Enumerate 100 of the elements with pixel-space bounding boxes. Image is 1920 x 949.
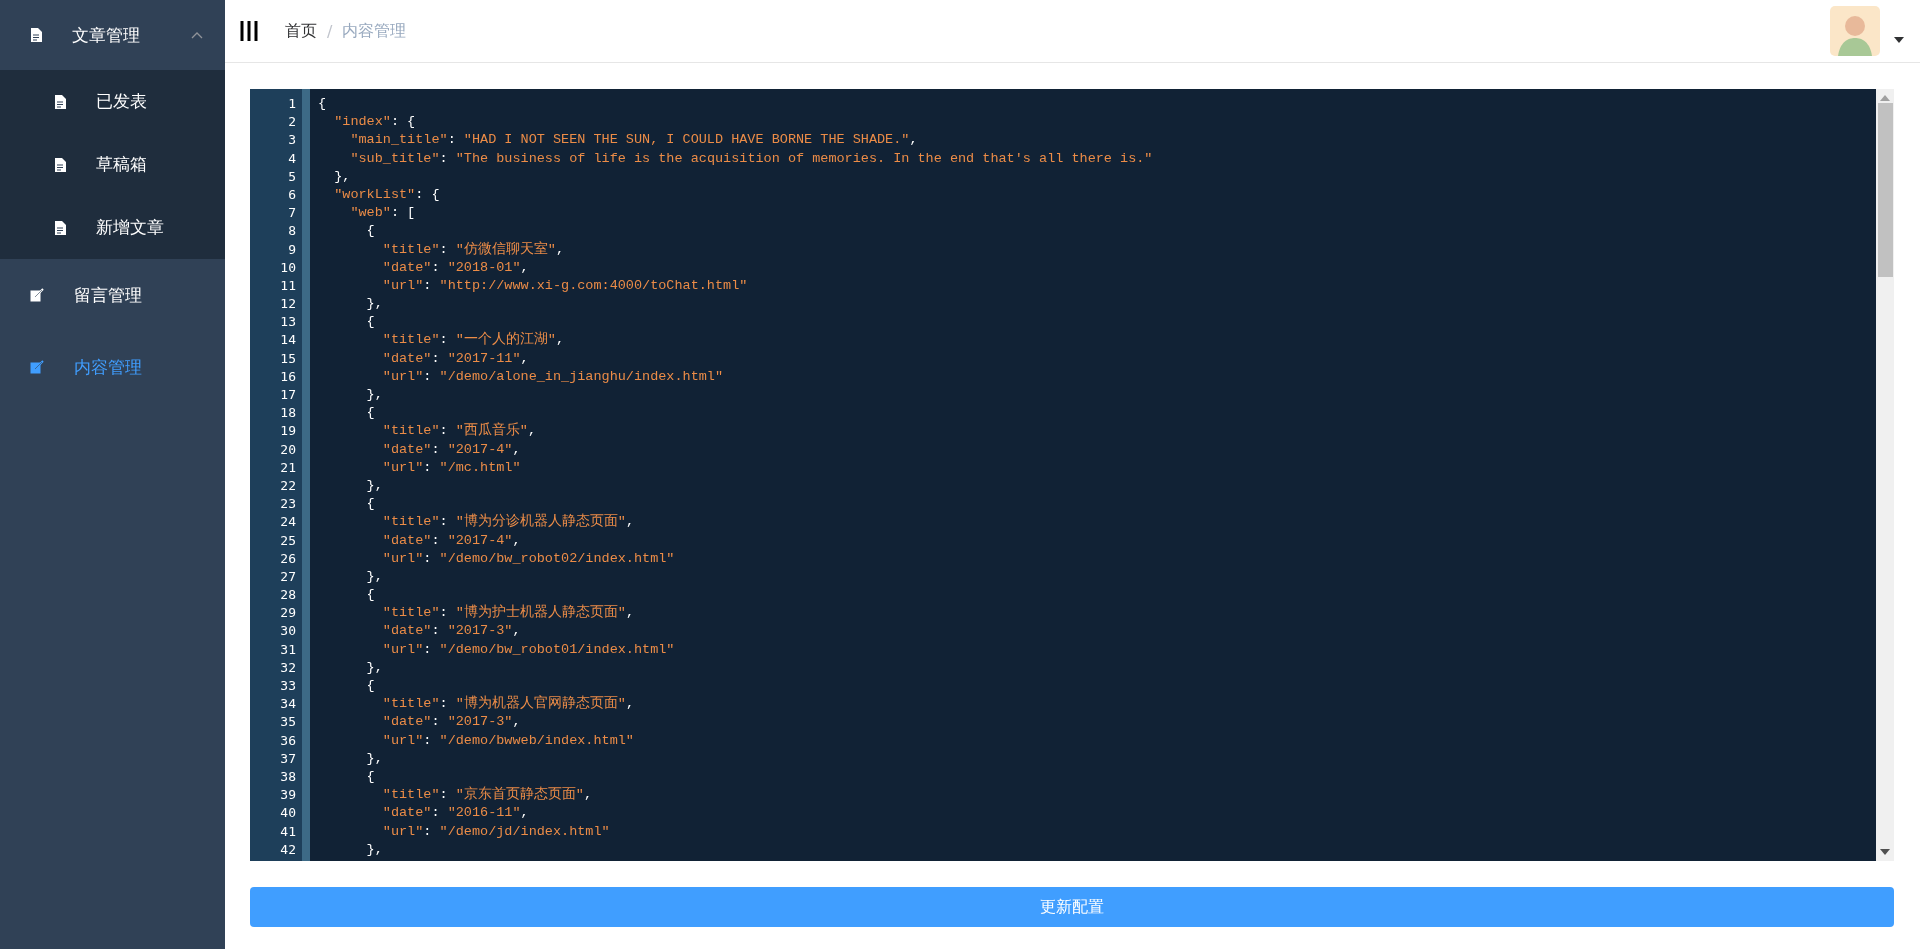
code-line: }, [365,840,383,859]
line-number: 9 [287,240,297,259]
line-number: 4 [287,149,297,168]
line-number: 40 [279,804,297,823]
code-editor[interactable] [250,89,1894,861]
code-line: { [365,586,375,605]
line-number: 20 [279,440,297,459]
dropdown-caret-icon[interactable] [1894,37,1904,43]
code-line: "workList": { [333,185,440,204]
document-icon [54,157,66,172]
code-line: "sub_title": "The business of life is the acquisition of memories. In the end that's all there is." [349,149,1153,168]
breadcrumb-item[interactable]: 首页 [285,20,317,42]
line-number: 18 [279,404,297,423]
line-number: 39 [279,786,297,805]
code-line: "date": "2017-11", [381,349,529,368]
code-line: }, [365,749,383,768]
breadcrumb-separator: / [327,21,333,41]
sidebar-item[interactable]: 留言管理 [0,259,225,331]
code-line: "url": "/demo/bw_robot02/index.html" [381,549,675,568]
line-number: 16 [279,367,297,386]
code-line: "index": { [333,113,416,132]
line-number: 31 [279,640,297,659]
code-line: { [365,677,375,695]
code-line: { [365,313,375,332]
code-line: { [318,95,327,113]
code-line: "title": "博为分诊机器人静态页面", [381,513,635,532]
line-number: 8 [287,222,297,241]
menu-icon[interactable] [239,19,259,43]
code-line: "web": [ [349,204,416,223]
document-icon [54,94,66,109]
code-line: "date": "2018-01", [381,258,529,277]
line-number: 24 [279,513,297,532]
line-number: 34 [279,695,297,714]
line-number: 38 [279,767,297,786]
line-number: 23 [279,495,297,514]
line-number: 10 [279,258,297,277]
edit-icon [30,288,44,302]
code-line: "date": "2017-3", [381,622,521,641]
line-number: 33 [279,677,297,695]
line-number: 29 [279,604,297,623]
code-line: "title": "仿微信聊天室", [381,240,565,259]
scrollbar-thumb[interactable] [1877,103,1893,277]
line-number: 28 [279,586,297,605]
line-number: 21 [279,458,297,477]
code-line: }, [365,476,383,495]
line-number: 32 [279,658,297,677]
scroll-up-icon[interactable] [1880,95,1890,101]
code-line: "title": "博为护士机器人静态页面", [381,604,635,623]
line-number: 35 [279,713,297,732]
line-number: 14 [279,331,297,350]
line-number: 36 [279,731,297,750]
line-number: 26 [279,549,297,568]
line-number: 22 [279,476,297,495]
code-line: "title": "西瓜音乐", [381,422,537,441]
code-line: "date": "2016-11", [381,804,529,823]
code-line: }, [365,567,383,586]
code-line: }, [333,167,351,186]
line-number: 19 [279,422,297,441]
code-line: { [365,767,375,786]
code-line: }, [365,658,383,677]
code-line: "title": "一个人的江湖", [381,331,565,350]
line-number: 27 [279,567,297,586]
line-number: 11 [279,276,297,295]
code-line: "url": "/demo/jd/index.html" [381,822,610,841]
code-line: "date": "2017-4", [381,531,521,550]
line-number: 13 [279,313,297,332]
code-line: "url": "/demo/bw_robot01/index.html" [381,640,675,659]
code-line: "date": "2017-3", [381,713,521,732]
chevron-icon [191,31,203,39]
submenu-item[interactable]: 新增文章 [0,196,225,259]
submenu-item[interactable]: 已发表 [0,70,225,133]
edit-icon [30,360,44,374]
scroll-down-icon[interactable] [1880,849,1890,855]
line-number: 41 [279,822,297,841]
sidebar-item[interactable]: 文章管理 [0,0,225,70]
line-number: 37 [279,749,297,768]
document-icon [54,220,66,235]
line-number: 3 [287,131,297,150]
line-number: 2 [287,113,297,132]
code-line: }, [365,386,383,404]
submenu-item[interactable]: 草稿箱 [0,133,225,196]
document-icon [30,28,42,42]
code-line: }, [365,295,383,314]
sidebar-item[interactable]: 内容管理 [0,331,225,403]
code-line: "url": "/demo/alone_in_jianghu/index.html" [381,367,724,386]
code-line: "title": "京东首页静态页面", [381,786,593,805]
line-number: 12 [279,295,297,314]
code-line: "title": "博为机器人官网静态页面", [381,695,635,714]
code-line: "main_title": "HAD I NOT SEEN THE SUN, I COULD HAVE BORNE THE SHADE.", [349,131,918,150]
code-line: "url": "/demo/bwweb/index.html" [381,731,634,750]
scrollbar[interactable] [1876,89,1894,861]
line-number: 7 [287,204,297,223]
line-number: 5 [287,167,297,186]
line-number: 15 [279,349,297,368]
line-number: 25 [279,531,297,550]
code-line: "url": "http://www.xi-g.com:4000/toChat.html" [381,276,748,295]
code-line: { [365,222,375,241]
line-number: 6 [287,185,297,204]
code-line: { [365,495,375,514]
line-number: 1 [287,95,297,113]
